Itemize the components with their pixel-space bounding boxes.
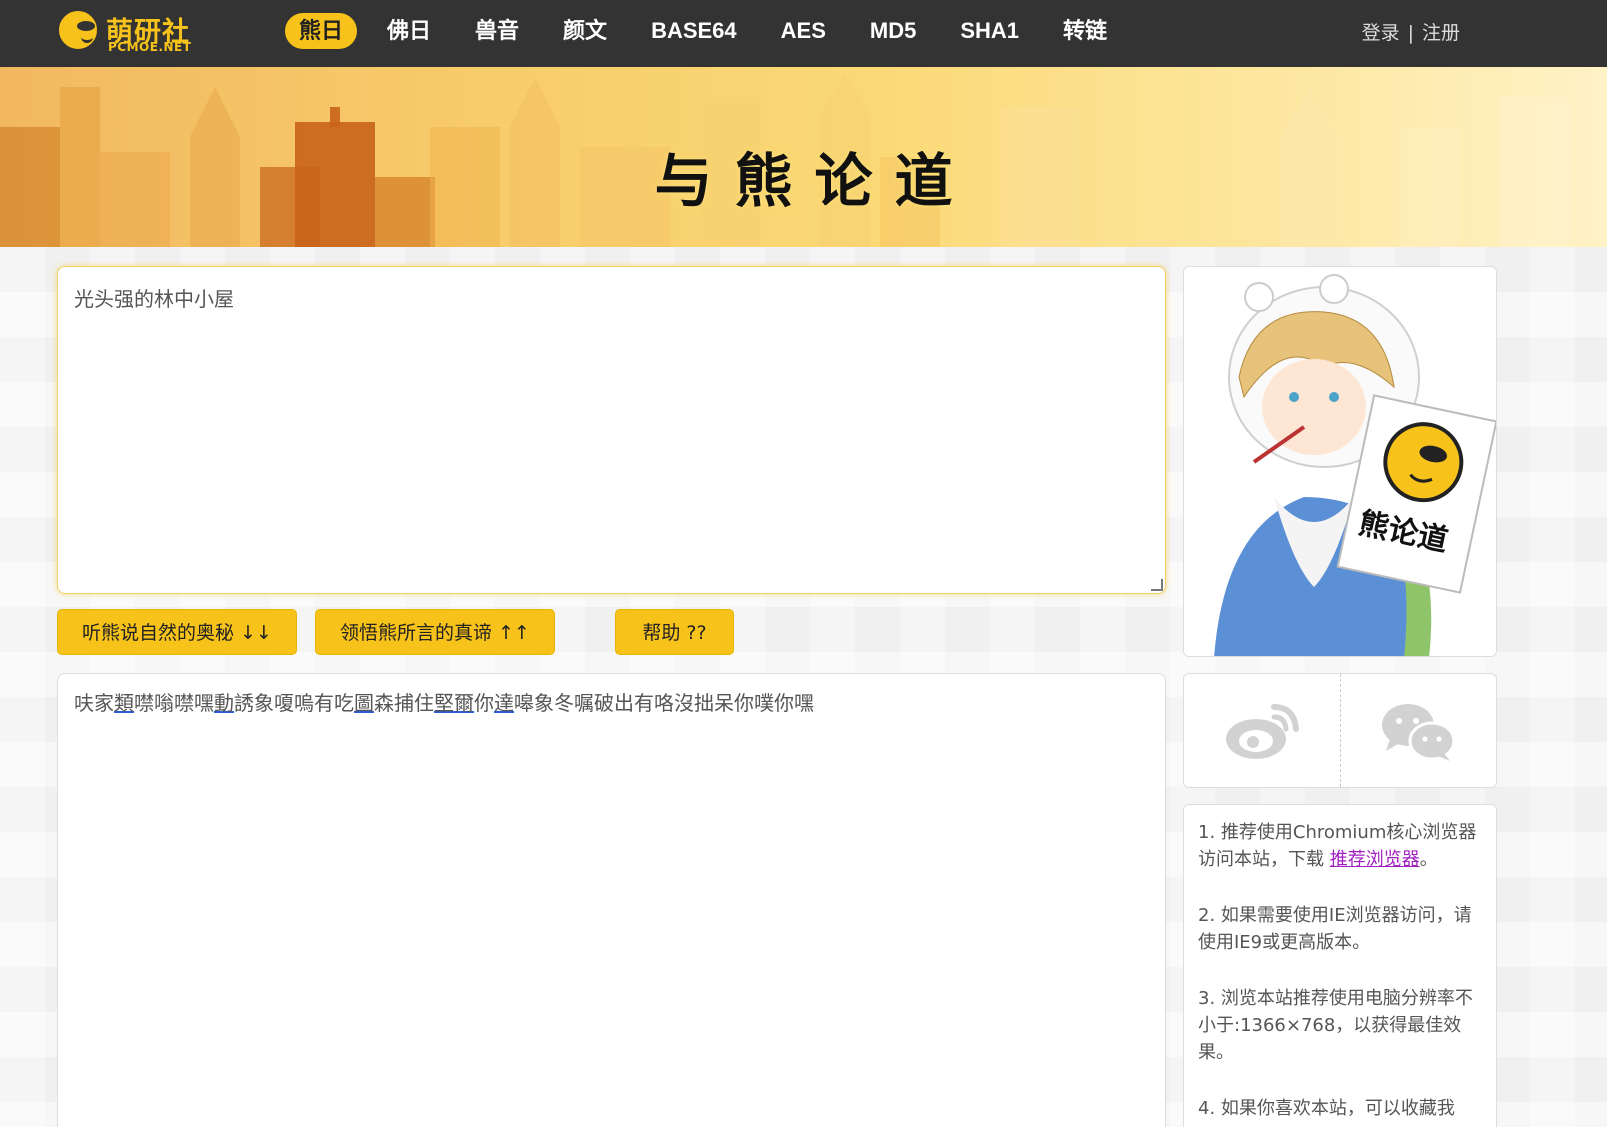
output-underlined-char: 堅爾 <box>434 691 474 715</box>
output-segment: 呋家 <box>74 691 114 715</box>
output-segment: 森捕住 <box>374 691 434 715</box>
nav-item-aes[interactable]: AES <box>767 13 840 49</box>
tip-item: 3. 浏览本站推荐使用电脑分辨率不小于:1366×768，以获得最佳效果。 <box>1198 988 1473 1063</box>
weibo-icon <box>1225 703 1299 759</box>
share-panel <box>1183 673 1497 788</box>
nav-item-md5[interactable]: MD5 <box>856 13 930 49</box>
help-button[interactable]: 帮助 ?? <box>615 609 734 655</box>
recommended-browser-link[interactable]: 推荐浏览器 <box>1330 849 1420 870</box>
tip-item: 4. 如果你喜欢本站，可以收藏我 <box>1198 1098 1455 1119</box>
main-nav: 熊日 佛日 兽音 颜文 BASE64 AES MD5 SHA1 转链 <box>285 13 1137 49</box>
tip-item: 2. 如果需要使用IE浏览器访问，请使用IE9或更高版本。 <box>1198 905 1472 953</box>
textarea-resize-handle[interactable] <box>1151 579 1163 591</box>
tips-panel: 1. 推荐使用Chromium核心浏览器访问本站，下载 推荐浏览器。 2. 如果… <box>1183 804 1497 1127</box>
mascot-illustration <box>1214 274 1496 656</box>
output-segment: 嗥象冬嘱破出有咯沒拙呆你噗你嘿 <box>514 691 814 715</box>
nav-item-emoticon[interactable]: 颜文 <box>549 13 621 49</box>
mascot-image: 熊论道 <box>1183 266 1497 657</box>
plaintext-input[interactable] <box>57 266 1166 594</box>
logo-domain: PCMOE.NET <box>108 40 192 54</box>
nav-item-sha1[interactable]: SHA1 <box>946 13 1033 49</box>
output-underlined-char: 達 <box>494 691 514 715</box>
share-weibo-button[interactable] <box>1184 674 1340 787</box>
wechat-icon <box>1382 703 1456 761</box>
auth-links: 登录 | 注册 <box>1362 18 1460 45</box>
output-text: 呋家類噤嗡噤嘿動誘象嗄嗚有吃圖森捕住堅爾你達嗥象冬嘱破出有咯沒拙呆你噗你嘿 <box>74 691 814 715</box>
share-wechat-button[interactable] <box>1339 674 1497 787</box>
nav-item-base64[interactable]: BASE64 <box>637 13 751 49</box>
hero-banner: 与熊论道 <box>0 67 1607 247</box>
nav-item-shortlink[interactable]: 转链 <box>1049 13 1121 49</box>
register-link[interactable]: 注册 <box>1422 22 1460 44</box>
output-segment: 噤嗡噤嘿 <box>134 691 214 715</box>
nav-item-bear[interactable]: 熊日 <box>285 13 358 49</box>
site-logo[interactable]: 萌研社 PCMOE.NET <box>56 8 206 58</box>
output-segment: 你 <box>474 691 494 715</box>
login-link[interactable]: 登录 <box>1362 22 1400 44</box>
decode-button[interactable]: 领悟熊所言的真谛 ↑↑ <box>315 609 555 655</box>
output-underlined-char: 動 <box>214 691 234 715</box>
top-navbar: 萌研社 PCMOE.NET 熊日 佛日 兽音 颜文 BASE64 AES MD5… <box>0 0 1607 67</box>
nav-item-buddha[interactable]: 佛日 <box>373 13 445 49</box>
auth-separator: | <box>1407 22 1414 44</box>
tip-item: 1. 推荐使用Chromium核心浏览器访问本站，下载 推荐浏览器。 <box>1198 822 1477 870</box>
output-underlined-char: 類 <box>114 691 134 715</box>
nav-item-beast[interactable]: 兽音 <box>461 13 533 49</box>
encode-button[interactable]: 听熊说自然的奥秘 ↓↓ <box>57 609 297 655</box>
output-segment: 誘象嗄嗚有吃 <box>234 691 354 715</box>
banner-title: 与熊论道 <box>654 147 975 215</box>
ciphertext-output[interactable]: 呋家類噤嗡噤嘿動誘象嗄嗚有吃圖森捕住堅爾你達嗥象冬嘱破出有咯沒拙呆你噗你嘿 <box>57 673 1166 1127</box>
bear-logo-icon <box>56 8 100 52</box>
output-underlined-char: 圖 <box>354 691 374 715</box>
